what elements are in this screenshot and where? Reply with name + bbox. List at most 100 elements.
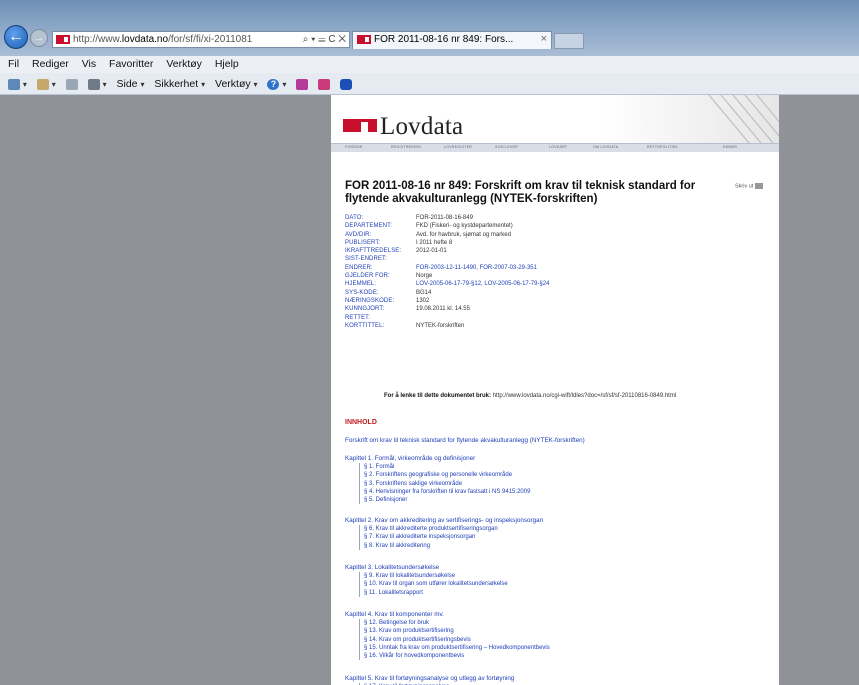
permalink-line: For å lenke til dette dokumentet bruk: h… [384, 393, 676, 399]
metadata-key: AVD/DIR: [345, 231, 372, 238]
extension-button-3[interactable] [340, 73, 353, 95]
toc-section-link[interactable]: § 4. Henvisninger fra forskriften til kr… [364, 488, 530, 496]
new-tab-button[interactable] [554, 33, 584, 49]
toc-section-list: § 1. Formål § 2. Forskriftens geografiske… [359, 463, 530, 505]
nav-item[interactable]: LOVKART [549, 145, 567, 149]
toc-section-link[interactable]: § 7. Krav til akkrediterte inspeksjonsor… [364, 533, 543, 541]
extension-button-2[interactable] [318, 73, 331, 95]
help-button[interactable]: ? ▾ [267, 73, 286, 96]
metadata-value[interactable]: FOR-2003-12-11-1490, FOR-2007-03-29-351 [416, 265, 537, 271]
feed-icon [36, 78, 49, 90]
arrow-left-icon: ← [8, 28, 24, 45]
toc-heading: INNHOLD [345, 419, 377, 426]
metadata-value: NYTEK-forskriften [416, 322, 465, 329]
printer-icon [755, 183, 764, 189]
toc-section-link[interactable]: § 5. Definisjoner [364, 496, 530, 504]
toc-section-link[interactable]: § 6. Krav til akkrediterte produktsertif… [364, 525, 543, 533]
tab-active[interactable]: FOR 2011-08-16 nr 849: Fors... × [352, 31, 552, 49]
address-bar[interactable]: http://www.lovdata.no/for/sf/fi/xi-20110… [52, 31, 350, 48]
toc-section-link[interactable]: § 1. Formål [364, 463, 530, 471]
nav-item[interactable]: EMNER [723, 145, 737, 149]
address-path: /for/sf/fi/xi-2011081 [168, 34, 253, 45]
metadata-value: 1302 [416, 297, 430, 304]
tab-title: FOR 2011-08-16 nr 849: Fors... [374, 34, 514, 45]
toc-chapter-link[interactable]: Kapittel 2. Krav om akkreditering av ser… [345, 517, 543, 525]
print-button[interactable]: ▾ [87, 73, 107, 96]
toc-section-link[interactable]: § 11. Lokalitetsrapport [364, 589, 508, 597]
metadata-key: DEPARTEMENT: [345, 223, 392, 230]
address-tools[interactable]: ⌕ ▾ ☰ C ✕ [299, 32, 349, 47]
toc-section-link[interactable]: § 14. Krav om produktsertifiseringsbevis [364, 636, 550, 644]
nav-item[interactable]: OM LOVDATA [593, 145, 618, 149]
toc-section-link[interactable]: § 9. Krav til lokalitetsundersøkelse [364, 572, 508, 580]
header-decoration [708, 95, 779, 143]
toc-section-link[interactable]: § 16. Vilkår for hovedkomponentbevis [364, 652, 550, 660]
menu-help[interactable]: Hjelp [215, 56, 239, 73]
back-button[interactable]: ← [4, 25, 28, 49]
menu-view[interactable]: Vis [82, 56, 96, 73]
metadata-key: KORTTITTEL: [345, 322, 385, 329]
metadata-value: Avd. for havbruk, sjømat og marked [416, 231, 511, 238]
metadata-key: PUBLISERT: [345, 239, 381, 246]
toc-chapter: Kapittel 3. Lokalitetsundersøkelse § 9. K… [345, 564, 508, 597]
page-menu-button[interactable]: Side ▾ [117, 73, 145, 96]
metadata-key: SYS-KODE: [345, 289, 379, 296]
printer-icon [87, 78, 100, 90]
close-tab-icon[interactable]: × [541, 33, 547, 45]
toc-chapter-link[interactable]: Kapittel 4. Krav til komponenter mv. [345, 611, 550, 619]
metadata-value: FOR-2011-08-16-849 [416, 215, 473, 221]
metadata-value: 2012-01-01 [416, 248, 447, 255]
lovdata-favicon-icon [56, 34, 70, 44]
feeds-button[interactable]: ▾ [36, 73, 56, 96]
toc-section-link[interactable]: § 15. Unntak fra krav om produktsertifis… [364, 644, 550, 652]
metadata-value[interactable]: LOV-2005-06-17-79-§12, LOV-2005-06-17-79… [416, 281, 549, 287]
metadata-key: DATO: [345, 215, 364, 221]
toc-chapter: Kapittel 1. Formål, virkeområde og defin… [345, 455, 530, 505]
metadata-key: GJELDER FOR: [345, 273, 390, 280]
toc-section-link[interactable]: § 10. Krav til organ som utfører lokalit… [364, 580, 508, 588]
lovdata-page: Lovdata FORSIDE REGISTRERING LOVREGISTER… [331, 95, 779, 685]
browser-titlebar: ← → http://www.lovdata.no/for/sf/fi/xi-2… [0, 0, 859, 56]
document-title: FOR 2011-08-16 nr 849: Forskrift om krav… [345, 180, 696, 205]
menu-favorites[interactable]: Favoritter [109, 56, 153, 73]
toc-section-list: § 12. Betingelse for bruk § 13. Krav om p… [359, 619, 550, 661]
toc-section-link[interactable]: § 2. Forskriftens geografiske og persone… [364, 471, 530, 479]
extension-button-1[interactable] [296, 73, 309, 95]
home-button[interactable]: ▾ [8, 73, 27, 96]
toc-section-link[interactable]: § 8. Krav til akkreditering [364, 542, 543, 550]
mail-button[interactable] [65, 73, 78, 95]
toc-chapter: Kapittel 5. Krav til fortøyningsanalyse … [345, 675, 514, 685]
nav-item[interactable]: RETTSPOLITIKK [647, 145, 678, 149]
nav-item[interactable]: FORSIDE [345, 145, 363, 149]
extension-icon [296, 78, 309, 90]
metadata-value: FKD (Fiskeri- og kystdepartementet) [416, 223, 513, 230]
nav-item[interactable]: SOK/LOVER [495, 145, 518, 149]
permalink-url[interactable]: http://www.lovdata.no/cgi-wift/ldles?doc… [493, 393, 677, 399]
toc-intro-link[interactable]: Forskrift om krav til teknisk standard f… [345, 437, 585, 444]
toc-section-link[interactable]: § 13. Krav om produktsertifisering [364, 627, 550, 635]
toc-section-list: § 6. Krav til akkrediterte produktsertif… [359, 525, 543, 550]
arrow-right-icon: → [33, 32, 45, 44]
site-header: Lovdata [331, 95, 779, 143]
site-logo-text[interactable]: Lovdata [380, 113, 463, 141]
toc-chapter: Kapittel 2. Krav om akkreditering av ser… [345, 517, 543, 550]
nav-item[interactable]: REGISTRERING [391, 145, 421, 149]
metadata-key: ENDRER: [345, 264, 373, 271]
toc-section-link[interactable]: § 12. Betingelse for bruk [364, 619, 550, 627]
menu-file[interactable]: Fil [8, 56, 19, 73]
lovdata-favicon-icon [357, 34, 371, 44]
forward-button[interactable]: → [30, 29, 48, 47]
lovdata-logo-icon[interactable] [343, 119, 377, 132]
print-link[interactable]: Skriv ut [735, 183, 764, 189]
menu-tools[interactable]: Verktøy [166, 56, 202, 73]
nav-item[interactable]: LOVREGISTER [444, 145, 472, 149]
address-host: lovdata.no [121, 34, 169, 45]
metadata-value: Norge [416, 273, 433, 280]
toc-section-link[interactable]: § 3. Forskriftens saklige virkeområde [364, 480, 530, 488]
toc-chapter-link[interactable]: Kapittel 5. Krav til fortøyningsanalyse … [345, 675, 514, 683]
toc-chapter-link[interactable]: Kapittel 3. Lokalitetsundersøkelse [345, 564, 508, 572]
menu-edit[interactable]: Rediger [32, 56, 69, 73]
tools-menu-button[interactable]: Verktøy ▾ [215, 73, 258, 96]
safety-menu-button[interactable]: Sikkerhet ▾ [154, 73, 205, 96]
toc-chapter-link[interactable]: Kapittel 1. Formål, virkeområde og defin… [345, 455, 530, 463]
